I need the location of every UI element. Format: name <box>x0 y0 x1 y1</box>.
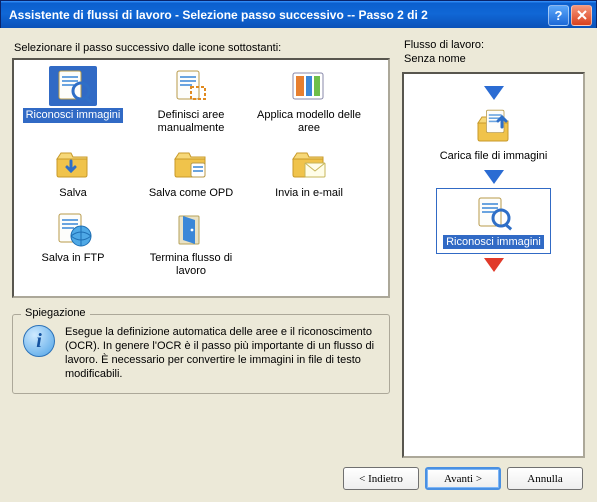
workflow-header-label: Flusso di lavoro: <box>404 39 484 51</box>
template-icon <box>287 67 331 105</box>
wizard-footer: < Indietro Avanti > Annulla <box>343 467 583 490</box>
ocr-icon <box>471 194 515 232</box>
close-icon <box>576 9 588 21</box>
cancel-button[interactable]: Annulla <box>507 467 583 490</box>
step-item-salva-opd[interactable]: Salva come OPD <box>132 144 250 201</box>
step-icon-list: Riconosci immagini Definisci aree manualm… <box>12 58 390 298</box>
step-item-label: Salva in FTP <box>39 251 108 266</box>
step-item-salva[interactable]: Salva <box>14 144 132 201</box>
next-button[interactable]: Avanti > <box>425 467 501 490</box>
step-item-invia-email[interactable]: Invia in e-mail <box>250 144 368 201</box>
step-item-label: Invia in e-mail <box>272 186 346 201</box>
step-item-label: Salva come OPD <box>146 186 236 201</box>
workflow-panel: Carica file di immagini Riconosci immagin… <box>402 72 585 458</box>
explanation-legend: Spiegazione <box>21 307 90 319</box>
step-item-label: Applica modello delle aree <box>250 108 368 136</box>
arrow-down-icon <box>484 258 504 272</box>
close-button[interactable] <box>571 5 592 26</box>
step-item-label: Salva <box>56 186 90 201</box>
exit-icon <box>169 210 213 248</box>
load-images-icon <box>472 109 516 147</box>
workflow-step-label: Riconosci immagini <box>443 235 544 249</box>
zones-icon <box>169 67 213 105</box>
arrow-down-icon <box>484 170 504 184</box>
step-item-termina[interactable]: Termina flusso di lavoro <box>132 209 250 279</box>
select-step-prompt: Selezionare il passo successivo dalle ic… <box>14 42 390 54</box>
workflow-step[interactable]: Carica file di immagini <box>434 104 554 166</box>
step-item-label: Riconosci immagini <box>23 108 124 123</box>
step-item-salva-ftp[interactable]: Salva in FTP <box>14 209 132 279</box>
titlebar: Assistente di flussi di lavoro - Selezio… <box>1 1 596 29</box>
ftp-icon <box>51 210 95 248</box>
step-item-label: Termina flusso di lavoro <box>132 251 250 279</box>
workflow-step-label: Carica file di immagini <box>440 150 548 162</box>
save-icon <box>51 145 95 183</box>
step-item-label: Definisci aree manualmente <box>132 108 250 136</box>
workflow-name: Senza nome <box>404 53 466 65</box>
ocr-icon <box>51 67 95 105</box>
workflow-step[interactable]: Riconosci immagini <box>436 188 551 254</box>
step-item-definisci-aree[interactable]: Definisci aree manualmente <box>132 66 250 136</box>
back-button[interactable]: < Indietro <box>343 467 419 490</box>
save-opd-icon <box>169 145 213 183</box>
help-button[interactable]: ? <box>548 5 569 26</box>
explanation-group: Spiegazione i Esegue la definizione auto… <box>12 314 390 394</box>
explanation-text: Esegue la definizione automatica delle a… <box>65 325 379 381</box>
step-item-riconosci-immagini[interactable]: Riconosci immagini <box>14 66 132 136</box>
arrow-down-icon <box>484 86 504 100</box>
info-icon: i <box>23 325 55 357</box>
workflow-header: Flusso di lavoro: Senza nome <box>404 38 585 66</box>
email-icon <box>287 145 331 183</box>
window-title: Assistente di flussi di lavoro - Selezio… <box>9 8 546 22</box>
step-item-applica-modello[interactable]: Applica modello delle aree <box>250 66 368 136</box>
